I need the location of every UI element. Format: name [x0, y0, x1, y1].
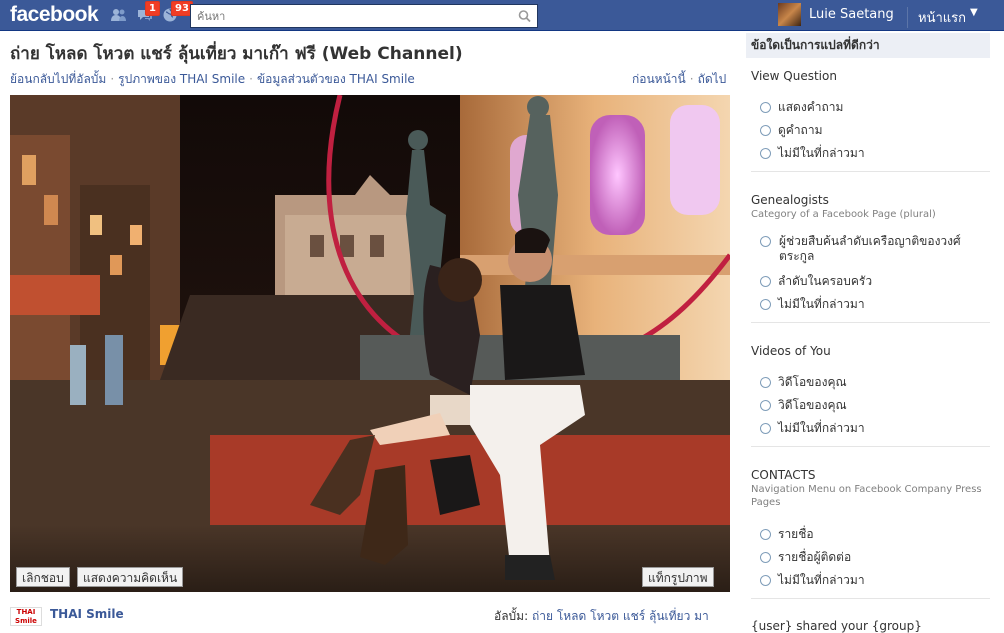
page-profile-link[interactable]: ข้อมูลส่วนตัวของ THAI Smile — [257, 72, 415, 86]
messages-jewel[interactable]: 1 — [136, 1, 160, 23]
comment-button[interactable]: แสดงความคิดเห็น — [77, 567, 184, 587]
translation-sidebar: ข้อใดเป็นการแปลที่ดีกว่า View Question แ… — [746, 31, 1004, 633]
page-name-link[interactable]: THAI Smile — [50, 607, 124, 621]
question-title: View Question — [751, 69, 837, 83]
top-bar: facebook 1 93 ค้นหา Luie Saetang หน้าแรก… — [0, 0, 1004, 31]
option-label: รายชื่อ — [778, 527, 814, 541]
option-label: วิดีโอของคุณ — [778, 398, 847, 412]
album-link[interactable]: ถ่าย โหลด โหวต แชร์ ลุ้นเที่ยว มา — [532, 609, 709, 623]
answer-option[interactable]: รายชื่อผู้ติดต่อ — [760, 548, 851, 567]
account-menu-chevron-down-icon[interactable]: ▼ — [970, 7, 978, 18]
radio-button[interactable] — [760, 125, 771, 136]
answer-option[interactable]: รายชื่อ — [760, 525, 814, 544]
album-prefix: อัลบั้ม: — [494, 609, 529, 623]
option-label: แสดงคำถาม — [778, 100, 844, 114]
page-avatar[interactable]: THAI Smile — [10, 607, 42, 626]
divider — [751, 171, 990, 172]
answer-option[interactable]: วิดีโอของคุณ — [760, 396, 847, 415]
option-label: ไม่มีในที่กล่าวมา — [778, 421, 865, 435]
divider — [751, 446, 990, 447]
radio-button[interactable] — [760, 102, 771, 113]
radio-button[interactable] — [760, 377, 771, 388]
answer-option[interactable]: ไม่มีในที่กล่าวมา — [760, 144, 865, 163]
album-line: อัลบั้ม: ถ่าย โหลด โหวต แชร์ ลุ้นเที่ยว … — [494, 607, 709, 626]
separator: · — [110, 72, 115, 86]
separator: · — [689, 72, 694, 86]
question-subtitle: Navigation Menu on Facebook Company Pres… — [751, 484, 982, 508]
option-label: ไม่มีในที่กล่าวมา — [778, 146, 865, 160]
divider — [751, 598, 990, 599]
answer-option[interactable]: ไม่มีในที่กล่าวมา — [760, 571, 865, 590]
answer-option[interactable]: ผู้ช่วยสืบค้นลำดับเครือญาติของวงศ์ตระกูล — [760, 234, 984, 264]
question-title: CONTACTS — [751, 468, 816, 482]
notifications-jewel[interactable]: 93 — [162, 1, 193, 23]
answer-option[interactable]: แสดงคำถาม — [760, 98, 843, 117]
answer-option[interactable]: ไม่มีในที่กล่าวมา — [760, 295, 865, 314]
option-label: รายชื่อผู้ติดต่อ — [778, 550, 852, 564]
radio-button[interactable] — [760, 529, 771, 540]
radio-button[interactable] — [760, 276, 771, 287]
friend-requests-jewel[interactable] — [110, 7, 128, 23]
search-box — [190, 4, 538, 28]
option-label: ไม่มีในที่กล่าวมา — [778, 297, 865, 311]
logo-text: THAI Smile — [15, 608, 37, 625]
facebook-logo[interactable]: facebook — [10, 3, 99, 27]
answer-option[interactable]: วิดีโอของคุณ — [760, 373, 847, 392]
answer-option[interactable]: ดูคำถาม — [760, 121, 822, 140]
home-link[interactable]: หน้าแรก — [907, 7, 966, 28]
avatar[interactable] — [778, 3, 801, 26]
friend-requests-icon — [110, 7, 128, 23]
radio-button[interactable] — [760, 575, 771, 586]
unlike-button[interactable]: เลิกชอบ — [16, 567, 70, 587]
radio-button[interactable] — [760, 552, 771, 563]
photo-image — [10, 95, 730, 592]
option-label: ดูคำถาม — [778, 123, 823, 137]
question-title: {user} shared your {group} — [751, 619, 922, 633]
back-to-album-link[interactable]: ย้อนกลับไปที่อัลบั้ม — [10, 72, 106, 86]
option-label: วิดีโอของคุณ — [778, 375, 847, 389]
previous-photo-link[interactable]: ก่อนหน้านี้ — [632, 72, 686, 86]
page-photos-link[interactable]: รูปภาพของ THAI Smile — [118, 72, 245, 86]
main-photo[interactable]: เลิกชอบ แสดงความคิดเห็น แท็กรูปภาพ — [10, 95, 730, 592]
divider — [751, 322, 990, 323]
question-subtitle: Category of a Facebook Page (plural) — [751, 209, 936, 220]
page-title: ถ่าย โหลด โหวต แชร์ ลุ้นเที่ยว มาเก๊า ฟร… — [10, 44, 463, 64]
radio-button[interactable] — [760, 423, 771, 434]
photo-pager: ก่อนหน้านี้ · ถัดไป — [632, 70, 726, 89]
next-photo-link[interactable]: ถัดไป — [698, 72, 727, 86]
search-button[interactable] — [513, 5, 537, 27]
question-title: Videos of You — [751, 344, 831, 358]
tag-photo-button[interactable]: แท็กรูปภาพ — [642, 567, 714, 587]
radio-button[interactable] — [760, 299, 771, 310]
radio-button[interactable] — [760, 400, 771, 411]
search-input[interactable] — [191, 5, 523, 27]
option-label: ลำดับในครอบครัว — [778, 274, 873, 288]
radio-button[interactable] — [760, 148, 771, 159]
separator: · — [249, 72, 253, 86]
profile-link[interactable]: Luie Saetang — [809, 7, 894, 22]
answer-option[interactable]: ลำดับในครอบครัว — [760, 272, 872, 291]
question-title: Genealogists — [751, 193, 829, 207]
option-label: ไม่มีในที่กล่าวมา — [778, 573, 865, 587]
answer-option[interactable]: ไม่มีในที่กล่าวมา — [760, 419, 865, 438]
messages-count-badge: 1 — [145, 1, 160, 16]
option-label: ผู้ช่วยสืบค้นลำดับเครือญาติของวงศ์ตระกูล — [779, 234, 961, 263]
search-icon — [518, 10, 531, 23]
radio-button[interactable] — [760, 236, 771, 247]
breadcrumb: ย้อนกลับไปที่อัลบั้ม · รูปภาพของ THAI Smil… — [10, 70, 415, 89]
sidebar-header: ข้อใดเป็นการแปลที่ดีกว่า — [746, 33, 990, 58]
